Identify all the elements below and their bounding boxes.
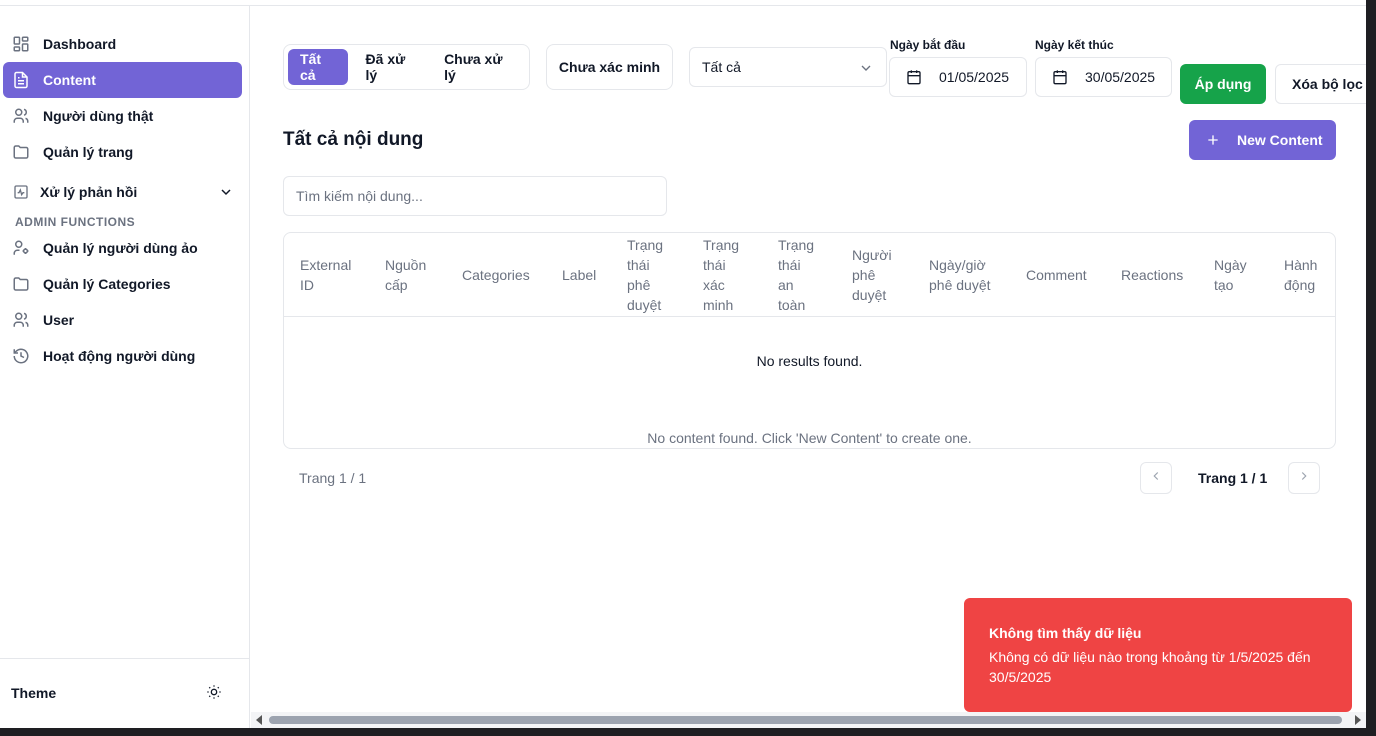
- tab-all[interactable]: Tất cả: [288, 49, 348, 85]
- column-header[interactable]: Trạng thái xác minh: [703, 233, 745, 317]
- next-page-button[interactable]: [1288, 462, 1320, 494]
- chevron-right-icon: [1297, 469, 1311, 488]
- history-icon: [11, 346, 31, 366]
- unverified-filter-button[interactable]: Chưa xác minh: [546, 44, 673, 90]
- page-title: Tất cả nội dung: [283, 129, 424, 150]
- empty-state-text: No results found.: [756, 353, 863, 369]
- sidebar-item-categories[interactable]: Quản lý Categories: [3, 266, 242, 302]
- chevron-down-icon[interactable]: [218, 184, 234, 200]
- filter-select[interactable]: Tất cả: [689, 47, 887, 87]
- sidebar-item-label: Xử lý phản hồi: [40, 184, 138, 200]
- clear-filters-button[interactable]: Xóa bộ lọc: [1275, 64, 1366, 104]
- sidebar-item-label: Người dùng thật: [43, 108, 154, 124]
- scrollbar-thumb[interactable]: [269, 716, 1342, 724]
- end-date-field[interactable]: 30/05/2025: [1035, 57, 1172, 97]
- column-header[interactable]: Label: [562, 233, 602, 317]
- sidebar-item-label: Quản lý người dùng ảo: [43, 240, 198, 256]
- pagination-current: Trang 1 / 1: [1198, 470, 1268, 486]
- filter-select-value: Tất cả: [702, 59, 741, 75]
- sidebar-item-label: Hoạt động người dùng: [43, 348, 196, 364]
- sidebar-item-label: User: [43, 312, 75, 328]
- table-header: External ID Nguồn cấp Categories Label T…: [284, 233, 1335, 317]
- new-content-label: New Content: [1237, 132, 1323, 148]
- tab-unprocessed[interactable]: Chưa xử lý: [432, 49, 525, 85]
- user-cog-icon: [11, 238, 31, 258]
- sidebar-item-feedback[interactable]: Xử lý phản hồi: [3, 174, 242, 210]
- horizontal-scrollbar[interactable]: [251, 712, 1366, 728]
- new-content-button[interactable]: New Content: [1189, 120, 1336, 160]
- column-header[interactable]: Comment: [1026, 233, 1096, 317]
- sidebar-item-pages[interactable]: Quản lý trang: [3, 134, 242, 170]
- apply-button[interactable]: Áp dụng: [1180, 64, 1266, 104]
- column-header[interactable]: Categories: [462, 233, 542, 317]
- section-label-admin: ADMIN FUNCTIONS: [15, 215, 136, 229]
- file-icon: [11, 70, 31, 90]
- sidebar-item-activity[interactable]: Hoạt động người dùng: [3, 338, 242, 374]
- toast-message: Không có dữ liệu nào trong khoảng từ 1/5…: [989, 649, 1311, 685]
- folder-icon: [11, 142, 31, 162]
- search-input[interactable]: [283, 176, 667, 216]
- end-date-value: 30/05/2025: [1085, 69, 1156, 85]
- column-header[interactable]: Hành động: [1284, 233, 1324, 317]
- start-date-value: 01/05/2025: [939, 69, 1010, 85]
- column-header[interactable]: Nguồn cấp: [385, 233, 433, 317]
- start-date-label: Ngày bắt đầu: [890, 38, 966, 52]
- chevron-left-icon: [1149, 469, 1163, 488]
- calendar-icon: [1052, 69, 1068, 85]
- users-icon: [11, 310, 31, 330]
- activity-icon: [11, 182, 31, 202]
- prev-page-button[interactable]: [1140, 462, 1172, 494]
- column-header[interactable]: External ID: [300, 233, 364, 317]
- start-date-field[interactable]: 01/05/2025: [889, 57, 1027, 97]
- scroll-right-arrow[interactable]: [1355, 715, 1361, 725]
- sidebar-item-label: Quản lý trang: [43, 144, 134, 160]
- sidebar-item-label: Quản lý Categories: [43, 276, 171, 292]
- sidebar: Dashboard Content Người dùng thật Quản l…: [0, 6, 250, 728]
- sidebar-item-label: Dashboard: [43, 36, 117, 52]
- pagination-summary: Trang 1 / 1: [299, 470, 367, 486]
- folder-icon: [11, 274, 31, 294]
- column-header[interactable]: Ngày/giờ phê duyệt: [929, 233, 1001, 317]
- end-date-label: Ngày kết thúc: [1035, 38, 1114, 52]
- sidebar-item-user[interactable]: User: [3, 302, 242, 338]
- sidebar-item-virtual-users[interactable]: Quản lý người dùng ảo: [3, 230, 242, 266]
- chevron-down-icon: [858, 60, 874, 76]
- scroll-left-arrow[interactable]: [256, 715, 262, 725]
- error-toast[interactable]: Không tìm thấy dữ liệu Không có dữ liệu …: [964, 598, 1352, 712]
- column-header[interactable]: Trạng thái an toàn: [778, 233, 818, 317]
- plus-icon: [1205, 132, 1221, 148]
- content-table: External ID Nguồn cấp Categories Label T…: [283, 232, 1336, 449]
- theme-bar: Theme: [0, 658, 249, 728]
- sidebar-item-real-users[interactable]: Người dùng thật: [3, 98, 242, 134]
- sun-icon[interactable]: [206, 684, 226, 704]
- sidebar-item-content[interactable]: Content: [3, 62, 242, 98]
- calendar-icon: [906, 69, 922, 85]
- column-header[interactable]: Trạng thái phê duyệt: [627, 233, 672, 317]
- toast-title: Không tìm thấy dữ liệu: [989, 625, 1142, 641]
- column-header[interactable]: Người phê duyệt: [852, 233, 898, 317]
- sidebar-item-dashboard[interactable]: Dashboard: [3, 26, 242, 62]
- status-filter-tabs: Tất cả Đã xử lý Chưa xử lý: [283, 44, 530, 90]
- theme-label: Theme: [11, 685, 57, 701]
- tab-processed[interactable]: Đã xử lý: [350, 49, 431, 85]
- column-header[interactable]: Reactions: [1121, 233, 1191, 317]
- users-icon: [11, 106, 31, 126]
- column-header[interactable]: Ngày tạo: [1214, 233, 1254, 317]
- dashboard-icon: [11, 34, 31, 54]
- sidebar-item-label: Content: [43, 72, 96, 88]
- empty-state-hint: No content found. Click 'New Content' to…: [647, 430, 972, 446]
